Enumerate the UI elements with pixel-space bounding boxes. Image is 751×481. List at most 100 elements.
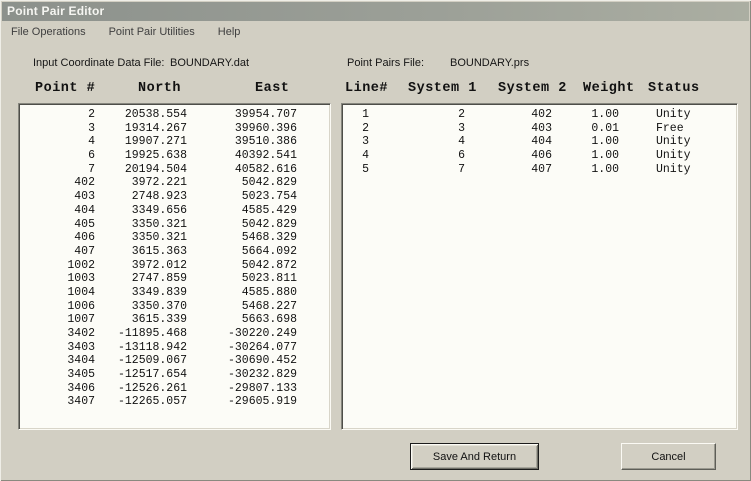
list-row[interactable]: 4043349.6564585.429 — [19, 204, 330, 218]
menu-help[interactable]: Help — [217, 24, 242, 40]
list-cell: 19907.271 — [95, 135, 187, 149]
list-row[interactable]: 10073615.3395663.698 — [19, 313, 330, 327]
list-row[interactable]: 619925.63840392.541 — [19, 149, 330, 163]
list-row[interactable]: 10032747.8595023.811 — [19, 272, 330, 286]
list-cell: 1004 — [35, 286, 95, 300]
list-row[interactable]: 4053350.3215042.829 — [19, 218, 330, 232]
list-cell: 3972.012 — [95, 259, 187, 273]
list-cell: Unity — [656, 108, 738, 122]
list-cell: 3972.221 — [95, 176, 187, 190]
list-cell: 3349.839 — [95, 286, 187, 300]
list-cell: 5042.829 — [187, 218, 297, 232]
list-row[interactable]: 464061.00Unity — [342, 149, 737, 163]
list-cell: 402 — [35, 176, 95, 190]
header-weight: Weight — [583, 81, 635, 96]
header-system-2: System 2 — [498, 81, 567, 96]
list-row[interactable]: 3402-11895.468-30220.249 — [19, 327, 330, 341]
list-cell: 3350.321 — [95, 231, 187, 245]
list-row[interactable]: 124021.00Unity — [342, 108, 737, 122]
window-title: Point Pair Editor — [7, 4, 104, 18]
list-row[interactable]: 10023972.0125042.872 — [19, 259, 330, 273]
header-system-1: System 1 — [408, 81, 477, 96]
list-cell: -12517.654 — [95, 368, 187, 382]
list-cell: Unity — [656, 135, 738, 149]
list-cell: 1003 — [35, 272, 95, 286]
list-cell: 5023.754 — [187, 190, 297, 204]
save-and-return-button[interactable]: Save And Return — [410, 443, 539, 470]
list-cell: 1.00 — [552, 108, 619, 122]
list-cell: 6 — [369, 149, 465, 163]
list-cell: 5023.811 — [187, 272, 297, 286]
list-cell: 2748.923 — [95, 190, 187, 204]
list-row[interactable]: 319314.26739960.396 — [19, 122, 330, 136]
list-row[interactable]: 574071.00Unity — [342, 163, 737, 177]
list-row[interactable]: 4063350.3215468.329 — [19, 231, 330, 245]
list-row[interactable]: 720194.50440582.616 — [19, 163, 330, 177]
list-cell: -12509.067 — [95, 354, 187, 368]
list-row[interactable]: 3407-12265.057-29605.919 — [19, 395, 330, 409]
list-cell: 407 — [35, 245, 95, 259]
list-row[interactable]: 3406-12526.261-29807.133 — [19, 382, 330, 396]
titlebar[interactable]: Point Pair Editor — [2, 2, 749, 21]
cancel-label: Cancel — [651, 451, 685, 463]
list-cell: 7 — [369, 163, 465, 177]
list-row[interactable]: 419907.27139510.386 — [19, 135, 330, 149]
list-row[interactable]: 344041.00Unity — [342, 135, 737, 149]
list-cell: 404 — [465, 135, 552, 149]
list-row[interactable]: 10043349.8394585.880 — [19, 286, 330, 300]
list-cell: 3350.370 — [95, 300, 187, 314]
list-row[interactable]: 220538.55439954.707 — [19, 108, 330, 122]
menu-point-pair-utilities[interactable]: Point Pair Utilities — [108, 24, 196, 40]
pairs-file-value: BOUNDARY.prs — [450, 57, 529, 69]
list-cell: 1.00 — [552, 163, 619, 177]
cancel-button[interactable]: Cancel — [621, 443, 716, 470]
header-status: Status — [648, 81, 700, 96]
list-cell: 3615.363 — [95, 245, 187, 259]
list-row[interactable]: 3405-12517.654-30232.829 — [19, 368, 330, 382]
list-cell: 39954.707 — [187, 108, 297, 122]
list-cell: 1007 — [35, 313, 95, 327]
list-cell: 39510.386 — [187, 135, 297, 149]
list-cell: -30264.077 — [187, 341, 297, 355]
list-row[interactable]: 4073615.3635664.092 — [19, 245, 330, 259]
list-cell: 3405 — [35, 368, 95, 382]
menu-file-operations[interactable]: File Operations — [10, 24, 87, 40]
list-cell: 19314.267 — [95, 122, 187, 136]
list-cell: 403 — [35, 190, 95, 204]
list-cell: 40582.616 — [187, 163, 297, 177]
list-cell: 3406 — [35, 382, 95, 396]
list-cell: 1006 — [35, 300, 95, 314]
list-cell: 39960.396 — [187, 122, 297, 136]
list-row[interactable]: 4032748.9235023.754 — [19, 190, 330, 204]
list-cell: 406 — [465, 149, 552, 163]
list-cell: 1 — [342, 108, 369, 122]
list-cell: -29807.133 — [187, 382, 297, 396]
list-cell: 5042.872 — [187, 259, 297, 273]
header-point-number: Point # — [35, 81, 95, 96]
list-row[interactable]: 3403-13118.942-30264.077 — [19, 341, 330, 355]
points-listbox[interactable]: 220538.55439954.707319314.26739960.39641… — [18, 103, 331, 430]
list-cell: 3404 — [35, 354, 95, 368]
list-cell: 3349.656 — [95, 204, 187, 218]
list-cell: 6 — [35, 149, 95, 163]
menubar: File Operations Point Pair Utilities Hel… — [2, 22, 749, 42]
point-pairs-listbox[interactable]: 124021.00Unity234030.01Free344041.00Unit… — [341, 103, 738, 430]
list-cell: 405 — [35, 218, 95, 232]
list-row[interactable]: 4023972.2215042.829 — [19, 176, 330, 190]
list-row[interactable]: 234030.01Free — [342, 122, 737, 136]
list-cell: 1.00 — [552, 135, 619, 149]
list-cell: 3615.339 — [95, 313, 187, 327]
list-cell: 7 — [35, 163, 95, 177]
list-cell: 5468.227 — [187, 300, 297, 314]
list-cell: 19925.638 — [95, 149, 187, 163]
list-cell: 5 — [342, 163, 369, 177]
list-cell: 4585.429 — [187, 204, 297, 218]
list-row[interactable]: 10063350.3705468.227 — [19, 300, 330, 314]
list-cell: Unity — [656, 163, 738, 177]
list-cell: 3350.321 — [95, 218, 187, 232]
list-cell: 3 — [35, 122, 95, 136]
list-row[interactable]: 3404-12509.067-30690.452 — [19, 354, 330, 368]
list-cell: 5468.329 — [187, 231, 297, 245]
list-cell: 403 — [465, 122, 552, 136]
list-cell: Free — [656, 122, 738, 136]
